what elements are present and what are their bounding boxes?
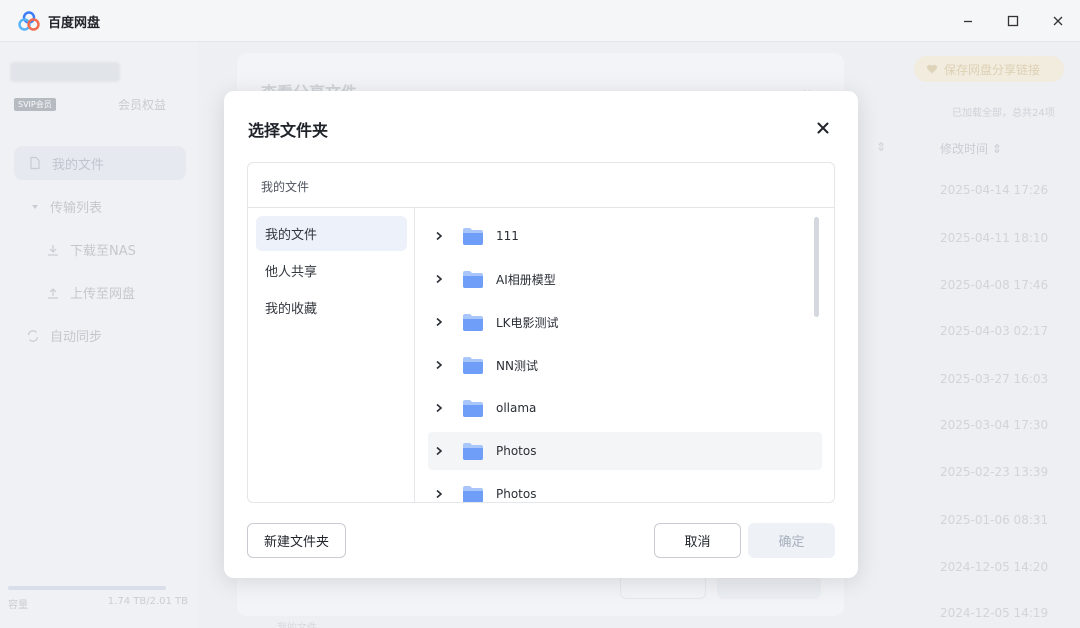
- nav-item-shared-with-me[interactable]: 他人共享: [256, 253, 407, 288]
- folder-picker-panel: 我的文件 我的文件 他人共享 我的收藏 111 AI相册模型 LK电影测试 NN…: [247, 162, 835, 503]
- chevron-right-icon[interactable]: [434, 360, 444, 370]
- close-icon: [1053, 16, 1063, 26]
- nav-item-label: 我的收藏: [265, 302, 318, 317]
- folder-name: NN测试: [496, 358, 538, 373]
- nav-item-label: 他人共享: [265, 265, 318, 280]
- folder-icon: [463, 227, 483, 245]
- chevron-right-icon[interactable]: [434, 446, 444, 456]
- chevron-right-icon[interactable]: [434, 403, 444, 413]
- title-bar: 百度网盘: [0, 0, 1080, 42]
- folder-icon: [463, 313, 483, 331]
- folder-row[interactable]: NN测试: [428, 346, 822, 384]
- folder-icon: [463, 270, 483, 288]
- breadcrumb-item[interactable]: 我的文件: [261, 178, 309, 195]
- cancel-button[interactable]: 取消: [654, 523, 741, 558]
- folder-name: Photos: [496, 444, 537, 458]
- chevron-right-icon[interactable]: [434, 231, 444, 241]
- minimize-button[interactable]: [957, 10, 979, 32]
- folder-row[interactable]: ollama: [428, 389, 822, 427]
- new-folder-button[interactable]: 新建文件夹: [247, 523, 346, 558]
- folder-row[interactable]: AI相册模型: [428, 260, 822, 298]
- chevron-right-icon[interactable]: [434, 489, 444, 499]
- dialog-close-button[interactable]: [812, 117, 834, 139]
- maximize-icon: [1007, 15, 1019, 27]
- nav-item-favorites[interactable]: 我的收藏: [256, 290, 407, 325]
- close-icon: [817, 122, 829, 134]
- minimize-icon: [964, 20, 972, 23]
- breadcrumb: 我的文件: [248, 163, 834, 208]
- folder-name: ollama: [496, 401, 537, 415]
- folder-list-scrollbar[interactable]: [814, 217, 819, 317]
- folder-icon: [463, 356, 483, 374]
- close-window-button[interactable]: [1047, 10, 1069, 32]
- folder-icon: [463, 399, 483, 417]
- folder-name: 111: [496, 229, 519, 243]
- folder-icon: [463, 485, 483, 502]
- chevron-right-icon[interactable]: [434, 274, 444, 284]
- nav-item-my-files[interactable]: 我的文件: [256, 216, 407, 251]
- chevron-right-icon[interactable]: [434, 317, 444, 327]
- baidu-netdisk-logo-icon: [18, 11, 40, 31]
- folder-row[interactable]: LK电影测试: [428, 303, 822, 341]
- folder-row[interactable]: 111: [428, 217, 822, 255]
- folder-row[interactable]: Photos: [428, 475, 822, 502]
- folder-icon: [463, 442, 483, 460]
- location-nav: 我的文件 他人共享 我的收藏: [248, 208, 415, 502]
- nav-item-label: 我的文件: [265, 228, 318, 243]
- dialog-title: 选择文件夹: [248, 121, 329, 140]
- confirm-button[interactable]: 确定: [748, 523, 835, 558]
- folder-name: AI相册模型: [496, 272, 556, 287]
- folder-name: Photos: [496, 487, 537, 501]
- app-title: 百度网盘: [48, 16, 101, 31]
- folder-name: LK电影测试: [496, 315, 559, 330]
- select-folder-dialog: 选择文件夹 我的文件 我的文件 他人共享 我的收藏 111 AI相册模型 LK电…: [224, 91, 858, 578]
- folder-row[interactable]: Photos: [428, 432, 822, 470]
- maximize-button[interactable]: [1002, 10, 1024, 32]
- folder-list: 111 AI相册模型 LK电影测试 NN测试 ollama Photos Pho…: [416, 208, 834, 502]
